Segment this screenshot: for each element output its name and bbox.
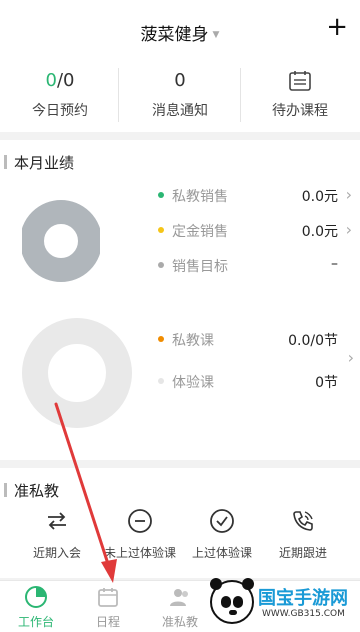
stat-pending-courses[interactable]: 待办课程 bbox=[240, 58, 360, 132]
watermark-brand: 国宝手游网 bbox=[258, 588, 348, 609]
gym-selector[interactable]: 菠菜健身 ▼ bbox=[0, 20, 360, 45]
stats-row: 0/0 今日预约 0 消息通知 待办课程 bbox=[0, 58, 360, 132]
chevron-right-icon: › bbox=[345, 220, 352, 239]
tab-label: 日程 bbox=[95, 615, 120, 629]
legend-value: 0.0/0节 bbox=[288, 333, 338, 349]
quick-had-trial[interactable]: 上过体验课 bbox=[177, 508, 267, 568]
stat-value: 0 bbox=[174, 70, 186, 91]
legend-deposit-sales[interactable]: 定金销售 0.0元 › bbox=[158, 219, 358, 243]
legend-label: 私教销售 bbox=[172, 189, 228, 205]
caret-down-icon: ▼ bbox=[212, 30, 220, 40]
quick-label: 近期跟进 bbox=[278, 546, 327, 560]
stat-label: 待办课程 bbox=[272, 103, 328, 119]
quick-recent-follow-up[interactable]: 近期跟进 bbox=[258, 508, 348, 568]
legend-label: 定金销售 bbox=[172, 224, 228, 240]
gym-name: 菠菜健身 bbox=[140, 25, 209, 45]
app-header: 菠菜健身 ▼ + bbox=[0, 0, 360, 58]
calendar-list-icon bbox=[289, 71, 311, 91]
legend-private-sales[interactable]: 私教销售 0.0元 › bbox=[158, 184, 358, 208]
quick-recent-join[interactable]: 近期入会 bbox=[12, 508, 102, 568]
section-title: 准私教 bbox=[3, 482, 60, 500]
chevron-right-icon[interactable]: › bbox=[348, 348, 354, 367]
legend-value: 0.0元 bbox=[301, 189, 338, 205]
legend-value: 0节 bbox=[315, 375, 338, 391]
stat-label: 今日预约 bbox=[32, 103, 88, 119]
tab-workbench[interactable]: 工作台 bbox=[0, 585, 72, 632]
users-icon bbox=[170, 589, 188, 606]
plus-icon[interactable]: + bbox=[326, 14, 348, 40]
stat-label: 消息通知 bbox=[152, 103, 208, 119]
legend-label: 体验课 bbox=[172, 375, 214, 391]
stat-value: 0/0 bbox=[45, 70, 75, 91]
legend-label: 销售目标 bbox=[172, 259, 228, 275]
legend-dot bbox=[158, 336, 164, 342]
stat-today-appointments[interactable]: 0/0 今日预约 bbox=[0, 58, 120, 132]
legend-trial-class: 体验课 0节 bbox=[158, 370, 358, 394]
swap-arrows-icon bbox=[48, 512, 66, 530]
legend-sales-target: 销售目标 – bbox=[158, 254, 358, 278]
stat-notifications[interactable]: 0 消息通知 bbox=[120, 58, 240, 132]
legend-dot bbox=[158, 262, 164, 268]
legend-label: 私教课 bbox=[172, 333, 214, 349]
legend-dot bbox=[158, 227, 164, 233]
legend-private-class[interactable]: 私教课 0.0/0节 bbox=[158, 328, 358, 352]
legend-value: 0.0元 bbox=[301, 224, 338, 240]
quick-no-trial[interactable]: 未上过体验课 bbox=[95, 508, 185, 568]
tab-schedule[interactable]: 日程 bbox=[72, 585, 144, 632]
tab-label: 工作台 bbox=[17, 615, 54, 629]
calendar-icon bbox=[98, 588, 118, 607]
watermark-url: WWW.GB315.COM bbox=[262, 609, 345, 619]
legend-dot bbox=[158, 378, 164, 384]
divider bbox=[118, 68, 119, 122]
quick-label: 近期入会 bbox=[32, 546, 81, 560]
pie-chart-icon bbox=[25, 586, 47, 608]
prospect-section: 准私教 近期入会 未上过体验课 上过体验课 近期跟进 bbox=[0, 468, 360, 578]
quick-label: 上过体验课 bbox=[191, 546, 252, 560]
panda-icon bbox=[210, 578, 254, 624]
monthly-performance-card: 本月业绩 私教销售 0.0元 › 定金销售 0.0元 › 销售目标 – 私教课 … bbox=[0, 140, 360, 460]
legend-dot bbox=[158, 192, 164, 198]
section-title: 本月业绩 bbox=[3, 154, 75, 172]
phone-call-icon bbox=[293, 511, 313, 531]
check-circle-icon bbox=[210, 509, 234, 533]
chevron-right-icon: › bbox=[345, 185, 352, 204]
minus-circle-icon bbox=[128, 509, 152, 533]
sales-donut-chart bbox=[22, 200, 100, 282]
legend-value: – bbox=[331, 256, 338, 272]
watermark-logo: 国宝手游网 WWW.GB315.COM bbox=[206, 578, 360, 632]
quick-label: 未上过体验课 bbox=[103, 546, 176, 560]
class-donut-chart bbox=[22, 318, 132, 428]
